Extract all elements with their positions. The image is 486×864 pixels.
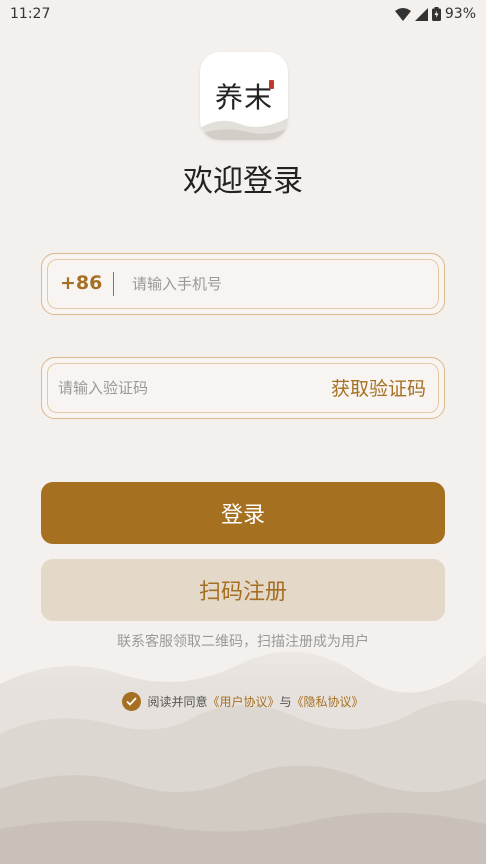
- signal-icon: [414, 7, 428, 21]
- battery-percent: 93%: [444, 6, 476, 22]
- logo-mountain-wave: [200, 118, 288, 140]
- login-button[interactable]: 登录: [41, 482, 445, 544]
- agreement-checkbox[interactable]: [122, 692, 142, 711]
- status-time: 11:27: [10, 6, 51, 22]
- status-bar: 11:27 93%: [0, 0, 486, 28]
- app-logo: 养末: [200, 52, 288, 140]
- page-title: 欢迎登录: [183, 164, 303, 199]
- register-hint: 联系客服领取二维码，扫描注册成为用户: [117, 634, 369, 650]
- mountain-background: [0, 614, 486, 864]
- user-agreement-link[interactable]: 《用户协议》: [207, 695, 279, 709]
- battery-icon: [431, 7, 441, 21]
- field-divider: [113, 272, 114, 296]
- wifi-icon: [394, 7, 411, 21]
- agreement-prefix: 阅读并同意: [147, 695, 208, 709]
- phone-field[interactable]: +86: [41, 253, 445, 315]
- privacy-agreement-link[interactable]: 《隐私协议》: [292, 695, 364, 709]
- agreement-row: 阅读并同意《用户协议》与《隐私协议》: [0, 692, 486, 711]
- status-icons: 93%: [394, 6, 476, 22]
- phone-input[interactable]: [132, 254, 422, 314]
- get-code-button[interactable]: 获取验证码: [331, 374, 426, 401]
- code-field[interactable]: 获取验证码: [41, 357, 445, 419]
- logo-seal: [269, 80, 274, 89]
- scan-register-button[interactable]: 扫码注册: [41, 559, 445, 621]
- check-icon: [126, 697, 138, 706]
- verification-code-input[interactable]: [58, 358, 308, 418]
- agreement-and: 与: [279, 695, 292, 709]
- country-code: +86: [60, 272, 103, 294]
